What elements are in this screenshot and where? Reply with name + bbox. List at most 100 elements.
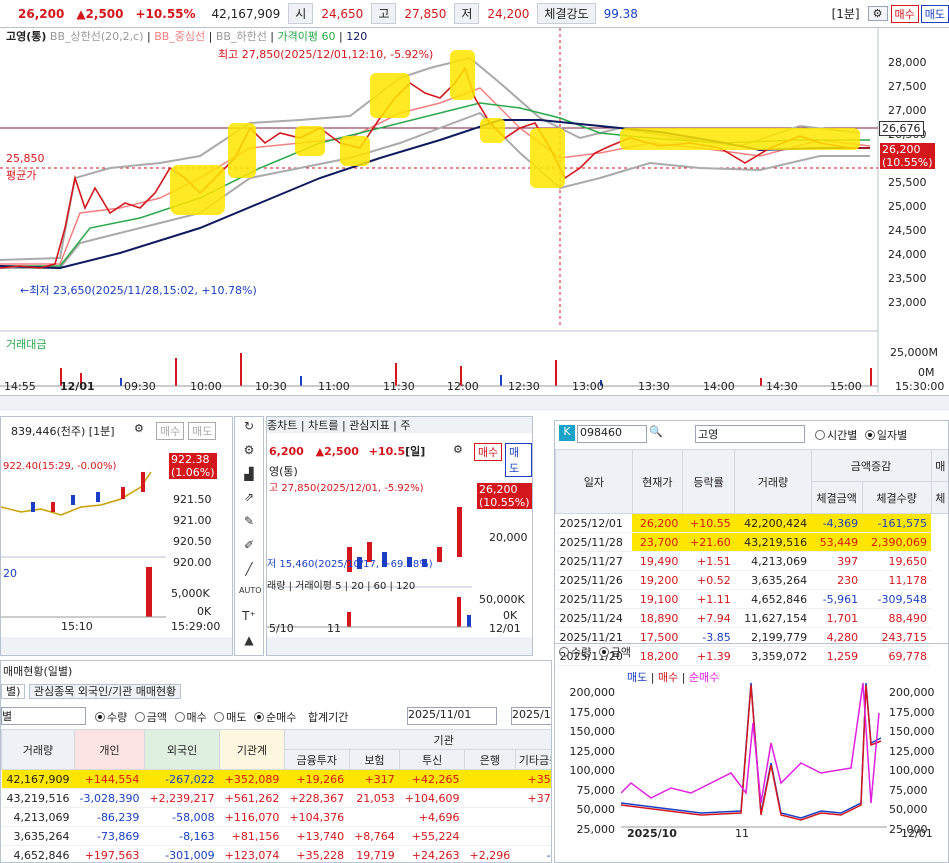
daily-tab[interactable]: 주 (400, 419, 410, 432)
col-trade-amt: 체결금액 (810, 481, 863, 514)
daily-settings-icon[interactable]: ⚙ (453, 443, 463, 456)
settings-gear-icon[interactable]: ⚙ (867, 6, 888, 21)
daily-tab[interactable]: 차트를 (308, 419, 338, 432)
daily-sell-button[interactable]: 매도 (505, 443, 532, 477)
chart-icon[interactable]: ▟ (239, 467, 259, 487)
radio-time[interactable] (815, 430, 825, 440)
index-settings-icon[interactable]: ⚙ (134, 422, 144, 435)
table-row[interactable]: 4,652,846 +197,563 -301,009 +123,074 +35,228… (1, 845, 551, 862)
daily-tab[interactable]: 종차트 (267, 419, 297, 432)
gear-icon[interactable]: ⚙ (239, 443, 259, 463)
pen-icon[interactable]: ✐ (239, 538, 259, 558)
table-row[interactable]: 2025/11/28 23,700 +21.60 43,219,516 53,449 2,… (555, 532, 949, 552)
table-row[interactable]: 3,635,264 -73,869 -8,163 +81,156 +13,740 +8,7… (1, 826, 551, 846)
flow-x-tick: 11 (735, 827, 749, 840)
index-x-tick: 15:29:00 (171, 620, 221, 633)
cell-rate: +21.60 (682, 532, 735, 552)
line-icon[interactable]: ╱ (239, 562, 259, 582)
index-sell-button[interactable]: 매도 (188, 422, 217, 440)
investor-cell: +197,563 (74, 845, 145, 862)
radio-net2[interactable] (254, 712, 264, 722)
investor-cell: -1 (515, 845, 551, 862)
main-minute-chart[interactable]: 고영(통) BB_상한선(20,2,c) | BB_중심선 | BB_하한선 |… (0, 28, 949, 413)
table-row[interactable]: 2025/11/24 18,890 +7.94 11,627,154 1,701 88,4… (555, 608, 949, 628)
table-row[interactable]: 43,219,516 -3,028,390 +2,239,217 +561,262 +2… (1, 788, 551, 808)
price-change: ▲2,500 (76, 6, 124, 21)
radio-qty[interactable] (559, 647, 569, 657)
time-axis-tick: 10:00 (190, 380, 222, 393)
table-row[interactable]: 2025/11/27 19,490 +1.51 4,213,069 397 19,650 (555, 551, 949, 571)
flow-axis-tick: 150,000 (569, 725, 616, 738)
investor-cell: -8,163 (144, 826, 220, 846)
time-axis-tick: 10:30 (255, 380, 287, 393)
table-row[interactable]: 42,167,909 +144,554 -267,022 +352,089 +19,26… (1, 769, 551, 789)
radio-amt[interactable] (598, 647, 609, 657)
tab-watchlist[interactable]: 관심종목 외국인/기관 매매현황 (28, 684, 182, 699)
radio-day[interactable] (864, 430, 875, 440)
investor-cell: +375 (515, 788, 551, 808)
view-mode-radios: 시간별 일자별 (811, 427, 907, 443)
table-row[interactable]: 2025/11/26 19,200 +0.52 3,635,264 230 11,178 (555, 570, 949, 590)
index-vol-zero: 0K (197, 605, 212, 618)
flow-axis-tick: 75,000 (576, 783, 616, 797)
text-icon[interactable]: T⁺ (239, 609, 259, 629)
index-vol-tick: 5,000K (171, 587, 210, 600)
investor-cell: +55,224 (399, 826, 465, 846)
main-chart-scrollbar[interactable] (0, 395, 949, 411)
investor-cell: +35,228 (284, 845, 350, 862)
buy-button[interactable]: 매수 (890, 4, 919, 23)
col-foreign: 외국인 (143, 729, 221, 770)
index-buy-button[interactable]: 매수 (156, 422, 185, 440)
cell-amt: -4,369 (811, 513, 863, 533)
col-date: 일자 (555, 449, 633, 514)
col-individual: 개인 (73, 729, 145, 770)
refresh-icon[interactable]: ↻ (239, 419, 259, 439)
col-amount-change[interactable]: 금액증감 (810, 449, 932, 482)
table-row[interactable]: 2025/11/25 19,100 +1.11 4,652,846 -5,961 -309… (555, 589, 949, 609)
tab-daily[interactable]: 별) (1, 684, 26, 699)
time-axis-tick: 12:30 (508, 380, 540, 393)
table-row[interactable]: 2025/12/01 26,200 +10.55 42,200,424 -4,369 -1… (555, 513, 949, 533)
radio-qty2[interactable] (95, 712, 105, 722)
price-axis-tick: 24,000 (888, 248, 927, 261)
flow-axis-tick: 25,000 (576, 822, 616, 836)
period-select[interactable]: 별 (1, 707, 86, 725)
low-annotation: ←최저 23,650(2025/11/28,15:02, +10.78%) (20, 284, 257, 297)
cell-amt: 230 (811, 570, 863, 590)
drawing-toolbar: ↻ ⚙ ▟ ⇗ ✎ ✐ ╱ AUTO T⁺ ▲ (234, 416, 264, 656)
investor-cell (464, 807, 516, 827)
daily-x-tick: 12/01 (489, 622, 521, 635)
current-price: 26,200 (18, 6, 65, 21)
radio-sell2[interactable] (214, 712, 225, 722)
index-chart-pane[interactable]: 839,446(천주) [1분] ⚙ 매수 매도 922.40(15:29, -… (0, 416, 233, 656)
radio-buy2[interactable] (174, 712, 185, 722)
auto-icon[interactable]: AUTO (239, 586, 262, 606)
daily-chart-pane[interactable]: 종차트 | 차트를 | 관심지표 | 주 6,200 ▲2,500 +10.5[… (266, 416, 533, 656)
daily-tab[interactable]: 관심지표 (349, 419, 389, 432)
index-toolbar[interactable] (1, 637, 232, 655)
current-price-tag-rate: (10.55%) (882, 156, 933, 169)
daily-buy-button[interactable]: 매수 (474, 443, 503, 461)
scroll-up-icon[interactable]: ▲ (239, 633, 259, 653)
cell-date: 2025/12/01 (555, 513, 633, 533)
k-logo-icon: K (559, 425, 575, 441)
radio-label: 매수 (186, 711, 207, 724)
pencil-icon[interactable]: ✎ (239, 514, 259, 534)
date-from-input[interactable]: 2025/11/01 (407, 707, 497, 725)
search-icon[interactable]: 🔍 (649, 425, 663, 438)
sell-button[interactable]: 매도 (920, 4, 949, 23)
main-chart-svg (0, 28, 949, 413)
date-to-input[interactable]: 2025/1 (511, 707, 551, 725)
low-label: 저 (454, 3, 480, 24)
table-row[interactable]: 4,213,069 -86,239 -58,008 +116,070 +104,376 +… (1, 807, 551, 827)
col-bank: 은행 (464, 749, 516, 770)
radio-amt2[interactable] (134, 712, 145, 722)
investor-cell: +4,696 (399, 807, 465, 827)
stock-code-input[interactable]: 098460 (577, 425, 647, 443)
indicator-icon[interactable]: ⇗ (239, 490, 259, 510)
cell-price: 19,200 (632, 570, 683, 590)
interval-label[interactable]: [1분] (826, 5, 866, 22)
daily-toolbar[interactable] (267, 637, 532, 655)
index-price-tag: 922.38 (1.06%) (169, 453, 217, 479)
daily-interval[interactable]: [일] (405, 445, 425, 458)
